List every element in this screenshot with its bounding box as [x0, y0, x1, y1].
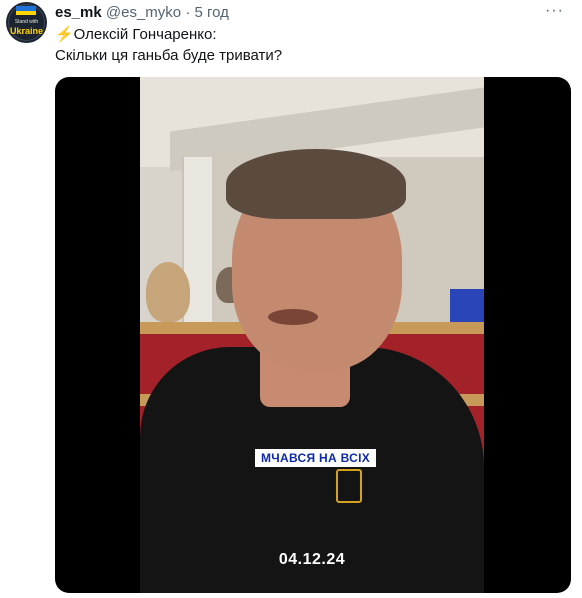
- video-frame: МЧАВСЯ НА ВСІХ 04.12.24: [140, 77, 484, 593]
- avatar-big-text: Ukraine: [9, 25, 44, 36]
- video-media[interactable]: МЧАВСЯ НА ВСІХ 04.12.24: [55, 77, 571, 593]
- tweet-text: ⚡Олексій Гончаренко: Скільки ця ганьба б…: [55, 24, 282, 66]
- avatar[interactable]: Stand with Ukraine: [6, 2, 47, 43]
- user-handle[interactable]: @es_myko: [106, 4, 181, 21]
- video-date: 04.12.24: [278, 551, 346, 568]
- tweet-line-2: Скільки ця ганьба буде тривати?: [55, 47, 283, 64]
- tweet-line-1: ⚡Олексій Гончаренко:: [55, 26, 217, 43]
- ukraine-flag-icon: [16, 6, 36, 15]
- tweet-time[interactable]: 5 год: [194, 4, 228, 21]
- display-name[interactable]: es_mk: [55, 4, 102, 21]
- separator-dot: ·: [185, 4, 191, 21]
- tweet-header: es_mk @es_myko · 5 год: [55, 4, 229, 22]
- avatar-small-text: Stand with: [14, 18, 39, 25]
- trident-pin: [336, 469, 362, 503]
- video-caption: МЧАВСЯ НА ВСІХ: [255, 449, 377, 467]
- more-horizontal-icon[interactable]: ···: [545, 2, 564, 20]
